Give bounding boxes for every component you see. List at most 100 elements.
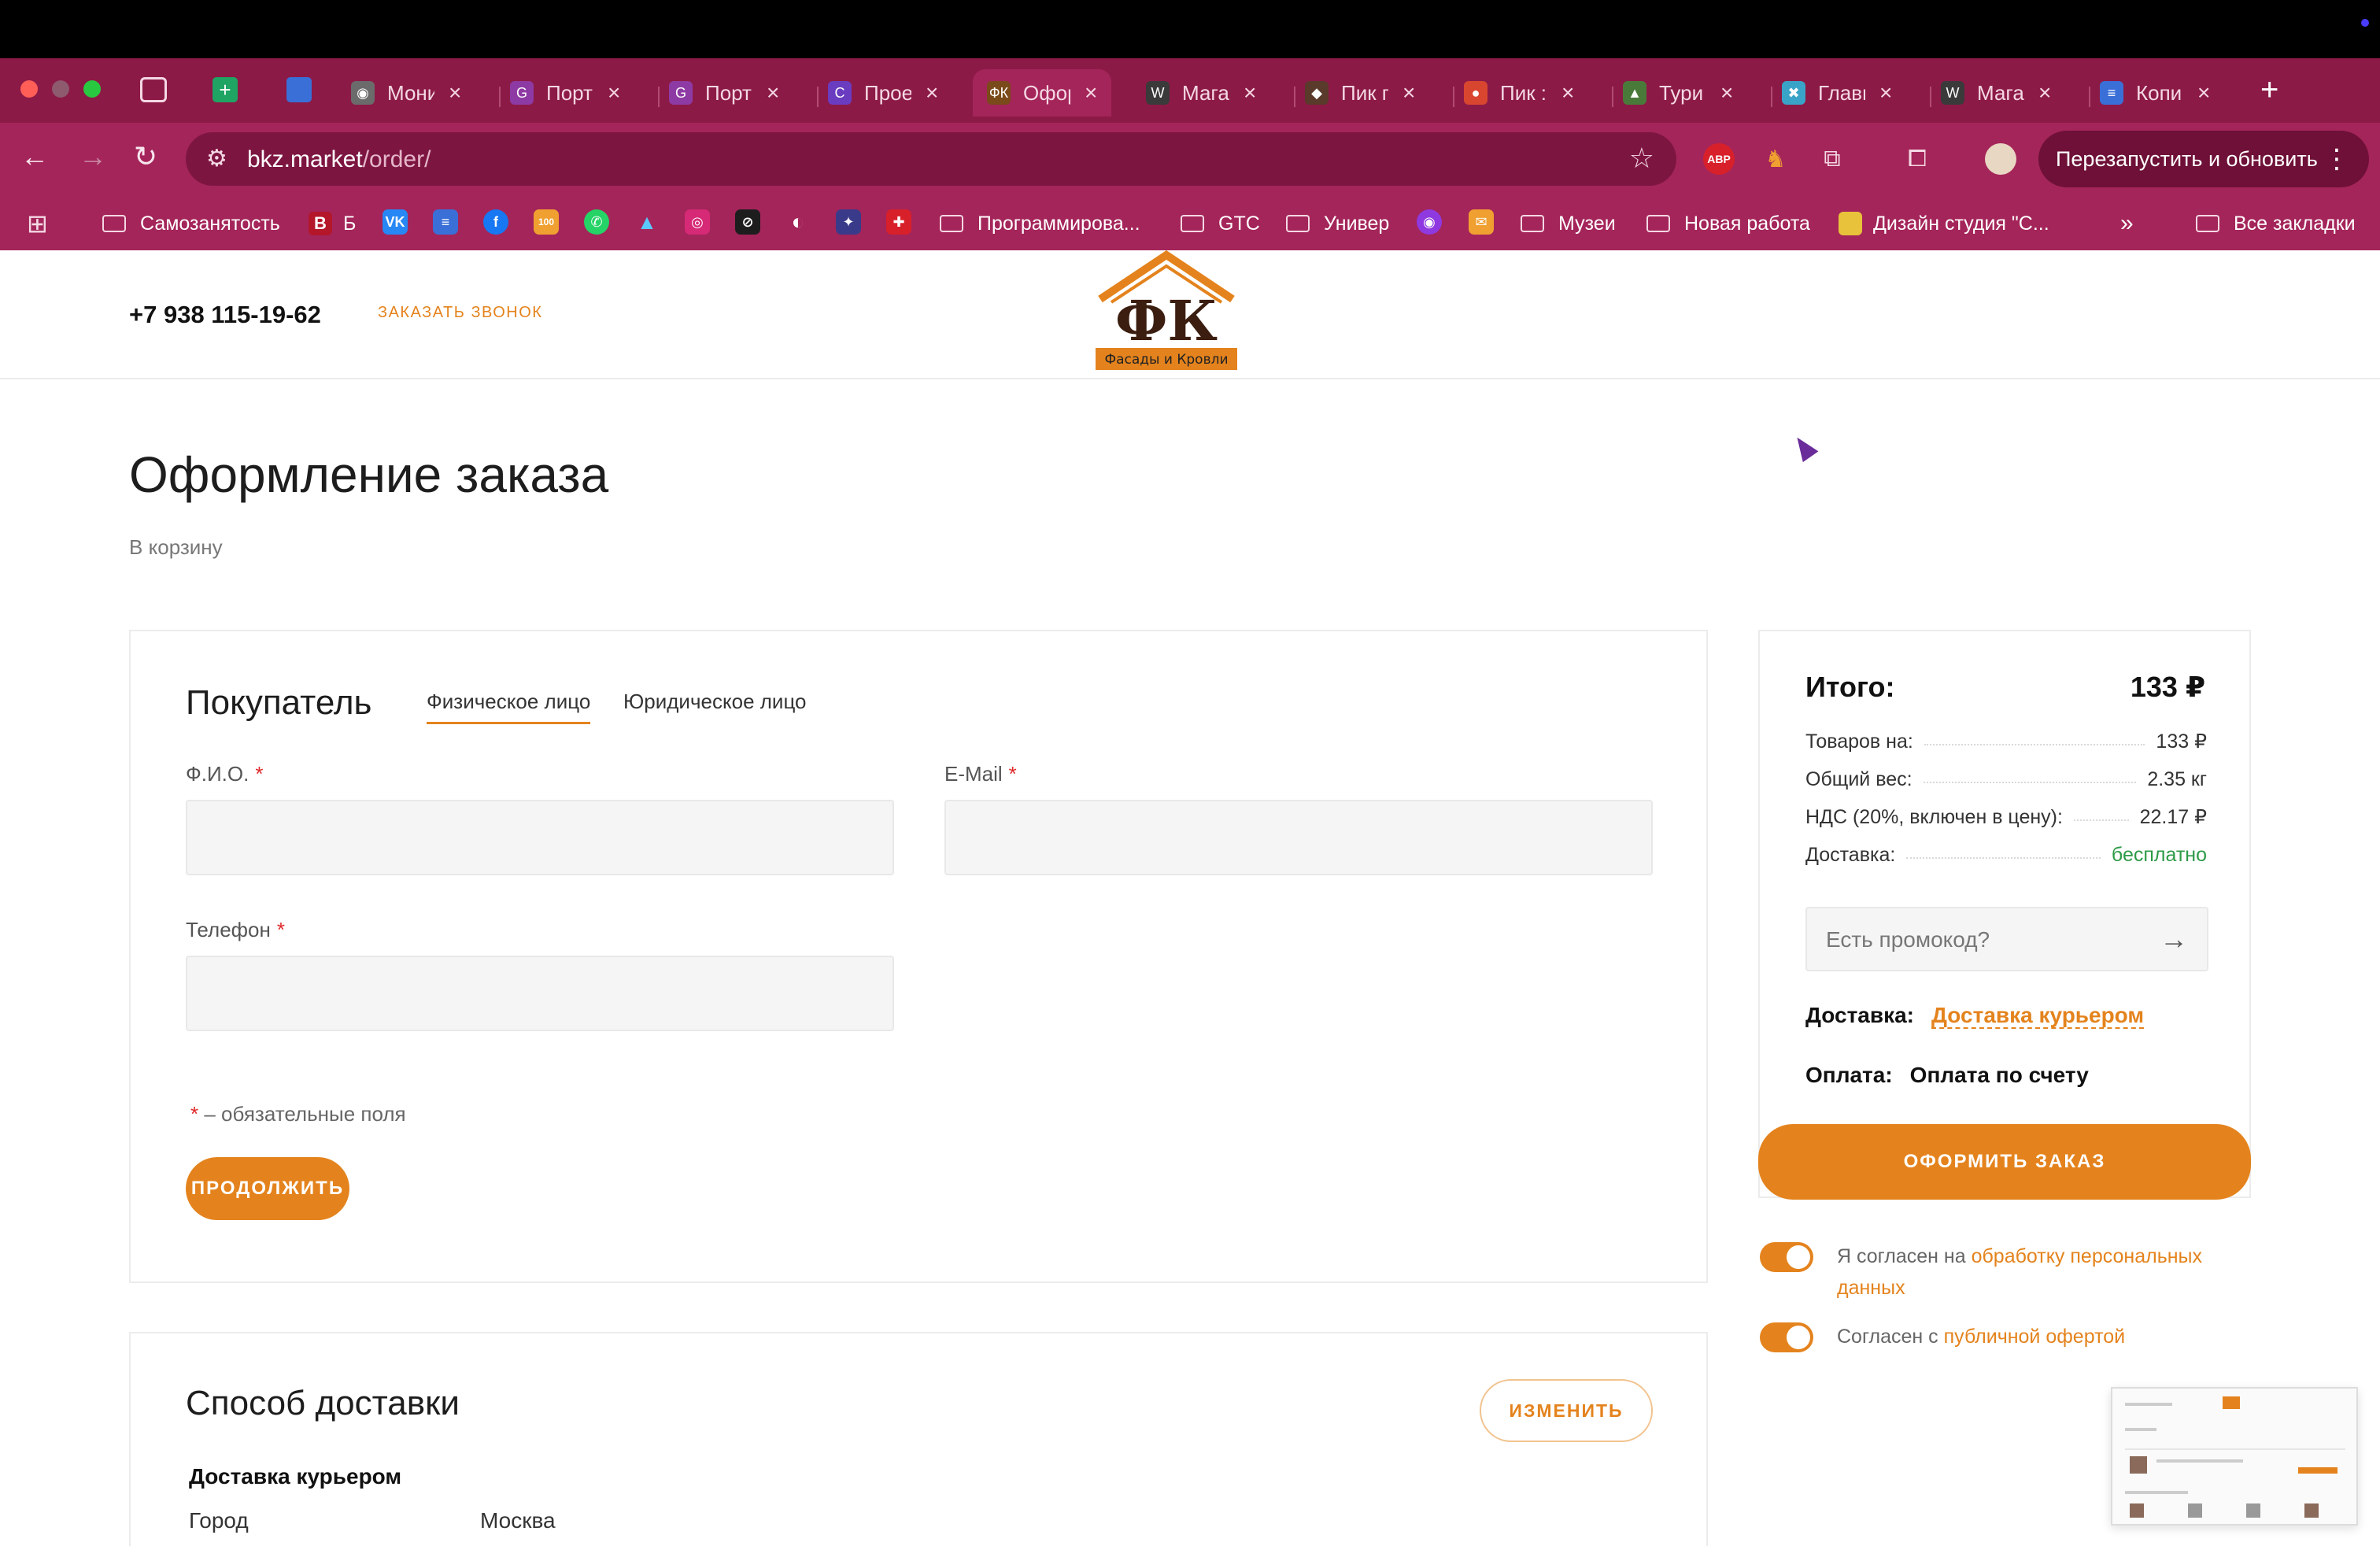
close-tab-icon[interactable]: × bbox=[449, 80, 461, 105]
browser-tab[interactable]: ◆ Пик г × bbox=[1305, 69, 1415, 117]
mountain-icon[interactable]: ▲ bbox=[634, 209, 660, 235]
app-icon[interactable]: ⊘ bbox=[735, 209, 760, 235]
dotted-leader bbox=[1923, 782, 2137, 783]
extension-icon[interactable]: ♞ bbox=[1760, 143, 1791, 175]
close-tab-icon[interactable]: × bbox=[1244, 80, 1256, 105]
extensions-puzzle-icon[interactable]: ⧉ bbox=[1816, 143, 1848, 175]
tab-individual[interactable]: Физическое лицо bbox=[427, 690, 591, 724]
browser-tab[interactable]: ✖ Главн × bbox=[1782, 69, 1892, 117]
whatsapp-icon[interactable]: ✆ bbox=[584, 209, 609, 235]
bookmark-folder-all[interactable]: Все закладки bbox=[2196, 208, 2356, 239]
bookmark-folder-univer[interactable]: Универ bbox=[1286, 208, 1389, 239]
pinned-tab-icon[interactable] bbox=[286, 77, 312, 102]
browser-tab[interactable]: G Порт × bbox=[510, 69, 620, 117]
minimize-window-button[interactable] bbox=[52, 80, 69, 98]
close-tab-icon[interactable]: × bbox=[1879, 80, 1892, 105]
place-order-button[interactable]: ОФОРМИТЬ ЗАКАЗ bbox=[1758, 1124, 2251, 1200]
new-tab-button[interactable]: + bbox=[2260, 72, 2278, 108]
forward-arrow-icon[interactable]: → bbox=[79, 140, 107, 173]
bookmark-star-icon[interactable]: ☆ bbox=[1629, 142, 1654, 175]
screen-capture-icon[interactable]: ⧠ bbox=[1901, 143, 1933, 175]
close-tab-icon[interactable]: × bbox=[1561, 80, 1574, 105]
browser-tab[interactable]: W Мага × bbox=[1941, 69, 2051, 117]
browser-tab[interactable]: ● Пик : × bbox=[1464, 69, 1574, 117]
bookmark-design-studio[interactable]: Дизайн студия "С... bbox=[1839, 208, 2049, 239]
city-value: Москва bbox=[480, 1508, 556, 1533]
phone-input[interactable] bbox=[186, 956, 894, 1031]
fio-input[interactable] bbox=[186, 800, 894, 875]
bookmark-folder-gtc[interactable]: GTC bbox=[1181, 208, 1260, 239]
required-fields-note: * – обязательные поля bbox=[190, 1102, 406, 1126]
site-logo[interactable]: ФК Фасады и Кровли bbox=[1094, 250, 1239, 373]
bookmark-folder-samozanyatost[interactable]: Самозанятость bbox=[102, 208, 280, 239]
relaunch-update-button[interactable]: Перезапустить и обновить ⋮ bbox=[2038, 131, 2369, 187]
change-delivery-button[interactable]: ИЗМЕНИТЬ bbox=[1480, 1379, 1653, 1442]
tab-legal-entity[interactable]: Юридическое лицо bbox=[623, 690, 807, 722]
globe-icon: ◉ bbox=[351, 81, 375, 105]
facebook-icon[interactable]: f bbox=[483, 209, 508, 235]
emblem-icon[interactable]: ✦ bbox=[836, 209, 861, 235]
more-menu-icon[interactable]: ⋮ bbox=[2323, 143, 2350, 175]
header-phone[interactable]: +7 938 115-19-62 bbox=[129, 301, 321, 329]
bookmark-folder-programming[interactable]: Программирова... bbox=[940, 208, 1140, 239]
bookmark-folder-new-job[interactable]: Новая работа bbox=[1646, 208, 1810, 239]
browser-tab[interactable]: ≡ Копи × bbox=[2100, 69, 2210, 117]
logo-icon: ФК Фасады и Кровли bbox=[1096, 250, 1237, 370]
tab-separator bbox=[499, 87, 501, 107]
figma-icon: ✖ bbox=[1782, 81, 1805, 105]
close-tab-icon[interactable]: × bbox=[1085, 80, 1097, 105]
close-tab-icon[interactable]: × bbox=[608, 80, 620, 105]
delivery-method-link[interactable]: Доставка курьером bbox=[1931, 1003, 2145, 1029]
bookmark-folder-muzei[interactable]: Музеи bbox=[1521, 208, 1616, 239]
back-arrow-icon[interactable]: ← bbox=[20, 140, 49, 173]
callback-link[interactable]: ЗАКАЗАТЬ ЗВОНОК bbox=[378, 304, 542, 322]
screenshot-thumbnail[interactable] bbox=[2111, 1387, 2358, 1526]
close-tab-icon[interactable]: × bbox=[767, 80, 779, 105]
forms-icon[interactable]: ≡ bbox=[433, 209, 458, 235]
emblem-icon[interactable]: ✚ bbox=[886, 209, 911, 235]
browser-tab[interactable]: ФК Офор × bbox=[973, 69, 1112, 117]
close-tab-icon[interactable]: × bbox=[926, 80, 938, 105]
browser-tab[interactable]: ◉ Мони × bbox=[351, 69, 461, 117]
browser-tab[interactable]: ▲ Тури × bbox=[1623, 69, 1733, 117]
email-input[interactable] bbox=[944, 800, 1653, 875]
adblock-extension-icon[interactable]: ABP bbox=[1703, 143, 1735, 175]
mail-icon[interactable]: ✉ bbox=[1469, 209, 1494, 235]
close-tab-icon[interactable]: × bbox=[2197, 80, 2210, 105]
consent-personal-data-toggle[interactable] bbox=[1760, 1242, 1813, 1272]
vk-icon[interactable]: VK bbox=[382, 209, 408, 235]
close-window-button[interactable] bbox=[20, 80, 38, 98]
apps-grid-icon[interactable]: ⊞ bbox=[27, 208, 48, 239]
tab-search-icon[interactable] bbox=[140, 77, 167, 102]
close-tab-icon[interactable]: × bbox=[1720, 80, 1733, 105]
tab-separator bbox=[1612, 87, 1613, 107]
back-to-cart-link[interactable]: В корзину bbox=[129, 535, 223, 560]
apply-promo-arrow-icon[interactable]: → bbox=[2160, 923, 2188, 956]
tab-separator bbox=[1771, 87, 1772, 107]
fio-label: Ф.И.О. * bbox=[186, 762, 264, 786]
consent-offer-toggle[interactable] bbox=[1760, 1322, 1813, 1352]
public-offer-link[interactable]: публичной офертой bbox=[1944, 1326, 2125, 1348]
browser-tab[interactable]: G Порт × bbox=[669, 69, 779, 117]
more-bookmarks-chevron-icon[interactable]: » bbox=[2120, 208, 2134, 239]
portfolio-icon: G bbox=[669, 81, 693, 105]
promo-code-input[interactable]: Есть промокод? → bbox=[1805, 907, 2208, 971]
maximize-window-button[interactable] bbox=[83, 80, 101, 98]
profile-avatar-icon[interactable] bbox=[1985, 143, 2016, 175]
sheets-pinned-tab-icon[interactable]: + bbox=[213, 77, 238, 102]
address-bar[interactable]: ⚙ bkz.market/order/ ☆ bbox=[186, 132, 1676, 186]
site-info-icon[interactable]: ⚙ bbox=[206, 145, 227, 172]
100plus-icon[interactable]: 100 bbox=[534, 209, 559, 235]
continue-button[interactable]: ПРОДОЛЖИТЬ bbox=[186, 1157, 349, 1220]
globe-icon[interactable]: ◐ bbox=[785, 209, 811, 235]
city-label: Город bbox=[189, 1508, 249, 1533]
close-tab-icon[interactable]: × bbox=[2038, 80, 2051, 105]
browser-tab[interactable]: C Прое × bbox=[828, 69, 938, 117]
browser-tab[interactable]: W Мага × bbox=[1146, 69, 1256, 117]
close-tab-icon[interactable]: × bbox=[1402, 80, 1415, 105]
bookmark-b[interactable]: BБ bbox=[309, 208, 356, 239]
firefox-icon[interactable]: ◉ bbox=[1417, 209, 1442, 235]
reload-icon[interactable]: ↻ bbox=[134, 140, 157, 173]
instagram-icon[interactable]: ◎ bbox=[685, 209, 710, 235]
summary-row-value: бесплатно bbox=[2111, 843, 2207, 866]
